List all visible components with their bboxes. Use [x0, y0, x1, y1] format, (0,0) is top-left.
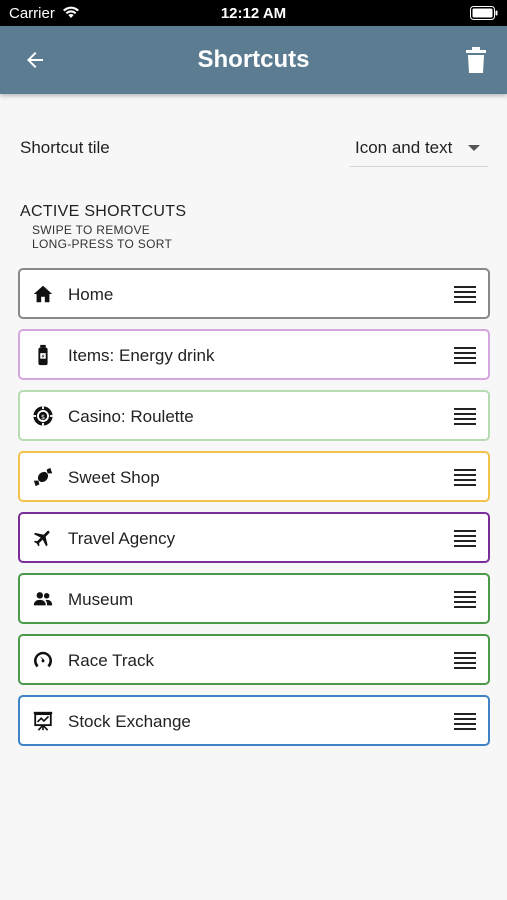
- shortcut-label: Travel Agency: [68, 529, 176, 548]
- shortcut-item[interactable]: Sweet Shop: [18, 451, 490, 502]
- drag-handle-icon[interactable]: [454, 469, 476, 486]
- status-bar: Carrier 12:12 AM: [0, 0, 507, 26]
- shortcut-label: Sweet Shop: [68, 468, 160, 487]
- drag-handle-icon[interactable]: [454, 408, 476, 425]
- shortcut-label: Casino: Roulette: [68, 407, 194, 426]
- shortcut-tile-value: Icon and text: [355, 138, 453, 157]
- shortcut-item[interactable]: Stock Exchange: [18, 695, 490, 746]
- shortcut-item[interactable]: Travel Agency: [18, 512, 490, 563]
- battery-icon: [470, 6, 498, 20]
- trash-icon: [466, 47, 486, 73]
- shortcut-tile-setting: Shortcut tile Icon and text: [0, 130, 507, 170]
- shortcut-tile-dropdown[interactable]: Icon and text: [350, 130, 488, 167]
- page-title: Shortcuts: [197, 46, 310, 73]
- shortcut-item[interactable]: Items: Energy drink: [18, 329, 490, 380]
- status-time: 12:12 AM: [220, 5, 287, 22]
- app-bar: Shortcuts: [0, 26, 507, 94]
- drag-handle-icon[interactable]: [454, 286, 476, 303]
- shortcut-label: Home: [68, 285, 114, 304]
- shortcut-label: Race Track: [68, 651, 154, 670]
- shortcut-item[interactable]: Race Track: [18, 634, 490, 685]
- stock-chart-icon: [32, 710, 54, 732]
- section-title: ACTIVE SHORTCUTS: [20, 203, 187, 220]
- shortcut-item[interactable]: Museum: [18, 573, 490, 624]
- roulette-icon: $: [32, 405, 54, 427]
- energy-drink-icon: [32, 344, 54, 366]
- candy-icon: [32, 466, 54, 488]
- airplane-icon: [32, 527, 54, 549]
- drag-handle-icon[interactable]: [454, 591, 476, 608]
- drag-handle-icon[interactable]: [454, 652, 476, 669]
- drag-handle-icon[interactable]: [454, 347, 476, 364]
- home-icon: [32, 283, 54, 305]
- shortcut-list: Home Items: Energy drink $ Casino: Roulette…: [18, 268, 490, 756]
- speedometer-icon: [32, 649, 54, 671]
- shortcut-label: Museum: [68, 590, 134, 609]
- drag-handle-icon[interactable]: [454, 530, 476, 547]
- svg-text:$: $: [41, 413, 45, 421]
- shortcut-label: Items: Energy drink: [68, 346, 215, 365]
- shortcut-tile-label: Shortcut tile: [20, 138, 110, 157]
- swipe-hint: SWIPE TO REMOVE: [32, 223, 151, 237]
- dropdown-arrow-icon: [468, 145, 480, 151]
- delete-button[interactable]: [459, 43, 493, 77]
- shortcut-item[interactable]: Home: [18, 268, 490, 319]
- shortcut-label: Stock Exchange: [68, 712, 191, 731]
- museum-icon: [32, 588, 54, 610]
- drag-handle-icon[interactable]: [454, 713, 476, 730]
- sort-hint: LONG-PRESS TO SORT: [32, 237, 173, 251]
- shortcut-item[interactable]: $ Casino: Roulette: [18, 390, 490, 441]
